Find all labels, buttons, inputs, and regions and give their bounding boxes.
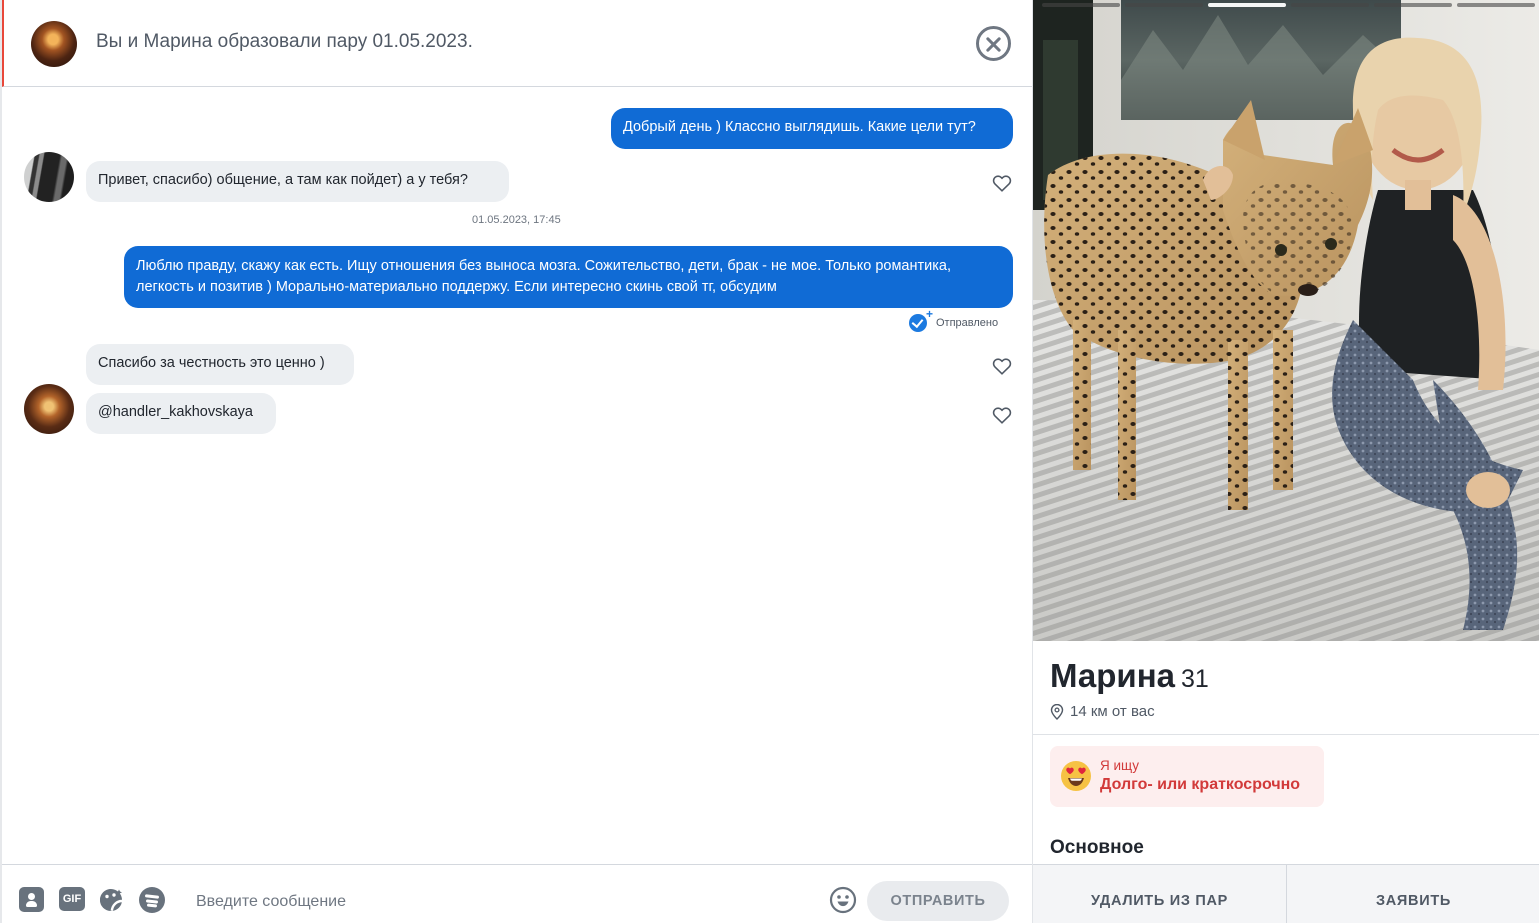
looking-for-label: Я ищу: [1100, 758, 1140, 773]
photo-indicator[interactable]: [1457, 3, 1535, 7]
gif-button[interactable]: GIF: [59, 887, 85, 911]
sender-avatar[interactable]: [24, 384, 74, 434]
message-timestamp: 01.05.2023, 17:45: [472, 214, 561, 226]
profile-photo-image: [1033, 0, 1539, 641]
profile-name: Марина: [1050, 657, 1175, 694]
profile-photo[interactable]: [1033, 0, 1539, 641]
profile-age: 31: [1180, 665, 1209, 693]
profile-actions: УДАЛИТЬ ИЗ ПАР ЗАЯВИТЬ: [1033, 864, 1539, 923]
chat-panel: Вы и Марина образовали пару 01.05.2023. …: [0, 0, 1032, 923]
message-incoming: Спасибо за честность это ценно ): [86, 344, 354, 385]
profile-name-row: Марина 31: [1050, 657, 1209, 695]
message-input[interactable]: [196, 891, 796, 913]
message-incoming: @handler_kakhovskaya: [86, 393, 276, 434]
profile-panel: Марина 31 14 км от вас Я ищу Долго- или …: [1032, 0, 1539, 923]
emoji-icon[interactable]: [829, 886, 857, 914]
contact-card-icon[interactable]: [19, 887, 44, 912]
close-icon[interactable]: [976, 26, 1011, 61]
profile-distance: 14 км от вас: [1050, 703, 1155, 720]
message-outgoing: Люблю правду, скажу как есть. Ищу отноше…: [124, 246, 1013, 308]
sticker-icon[interactable]: [98, 887, 124, 913]
chat-header: Вы и Марина образовали пару 01.05.2023.: [2, 0, 1032, 87]
divider: [1033, 734, 1539, 735]
heart-icon[interactable]: [991, 172, 1013, 194]
photo-indicator-active[interactable]: [1208, 3, 1286, 7]
match-avatar[interactable]: [31, 21, 77, 67]
looking-for-value: Долго- или краткосрочно: [1100, 776, 1301, 793]
heart-icon[interactable]: [991, 404, 1013, 426]
photo-indicator[interactable]: [1042, 3, 1120, 7]
unmatch-button[interactable]: УДАЛИТЬ ИЗ ПАР: [1033, 865, 1287, 923]
looking-for-card: Я ищу Долго- или краткосрочно: [1050, 746, 1324, 807]
status-label: Отправлено: [936, 317, 999, 329]
heart-icon[interactable]: [991, 355, 1013, 377]
message-incoming: Привет, спасибо) общение, а там как пойд…: [86, 161, 509, 202]
match-title: Вы и Марина образовали пару 01.05.2023.: [96, 31, 473, 52]
photo-indicator[interactable]: [1291, 3, 1369, 7]
basics-section-title: Основное: [1050, 837, 1144, 858]
app: Вы и Марина образовали пару 01.05.2023. …: [0, 0, 1539, 923]
message-outgoing: Добрый день ) Классно выглядишь. Какие ц…: [611, 108, 1013, 149]
photo-indicator[interactable]: [1374, 3, 1452, 7]
sender-avatar[interactable]: [24, 152, 74, 202]
location-pin-icon: [1050, 703, 1064, 720]
photo-progress: [1042, 3, 1535, 7]
distance-label: 14 км от вас: [1070, 703, 1155, 720]
delivery-status: + Отправлено: [909, 307, 999, 332]
heart-eyes-emoji-icon: [1061, 761, 1091, 791]
report-button[interactable]: ЗАЯВИТЬ: [1287, 865, 1539, 923]
spotify-icon[interactable]: [139, 887, 165, 913]
photo-indicator[interactable]: [1125, 3, 1203, 7]
send-button[interactable]: ОТПРАВИТЬ: [867, 881, 1009, 921]
sent-check-icon: +: [909, 307, 933, 332]
